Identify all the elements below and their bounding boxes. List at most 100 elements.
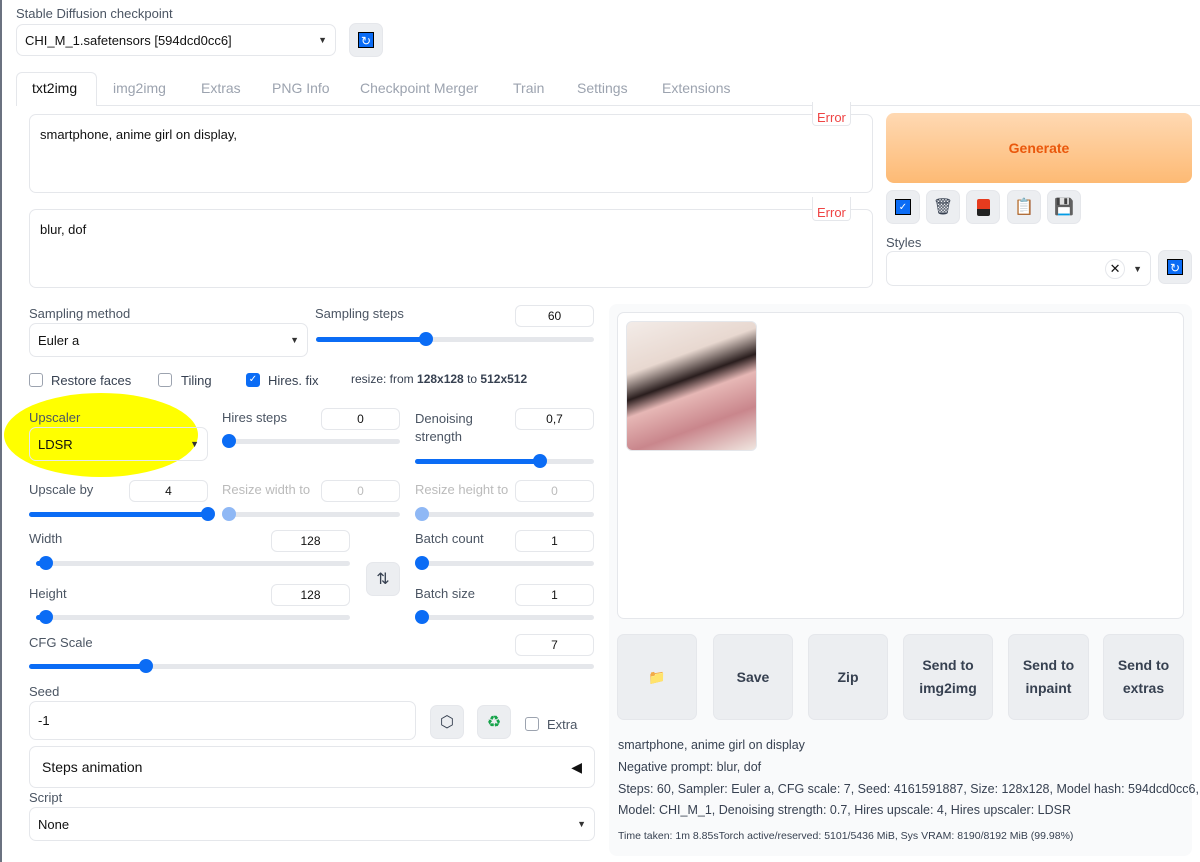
upscale-by-label: Upscale by	[29, 482, 94, 497]
show-extra-networks-button[interactable]	[966, 190, 1000, 224]
clear-icon[interactable]: ✕	[1105, 258, 1126, 279]
slider-fill	[415, 459, 541, 464]
red-card-icon	[976, 198, 990, 216]
script-select[interactable]: None ▼	[29, 807, 595, 841]
triangle-left-icon: ◀	[571, 758, 582, 775]
save-style-button[interactable]: 💾	[1047, 190, 1081, 224]
sampling-method-select[interactable]: Euler a ▼	[29, 323, 308, 357]
slider-thumb[interactable]	[415, 556, 429, 570]
checkbox-pen-icon: ✓	[895, 199, 911, 215]
slider-thumb[interactable]	[222, 434, 236, 448]
extra-seed-checkbox[interactable]	[525, 717, 539, 731]
generate-button[interactable]: Generate	[886, 113, 1192, 183]
script-label: Script	[29, 790, 63, 805]
width-slider[interactable]	[36, 556, 350, 570]
upscaler-value: LDSR	[38, 436, 73, 452]
styles-label: Styles	[886, 235, 922, 250]
tab-checkpoint-merger[interactable]: Checkpoint Merger	[360, 80, 478, 96]
tab-img2img[interactable]: img2img	[113, 80, 166, 96]
height-slider[interactable]	[36, 610, 350, 624]
steps-animation-accordion[interactable]: Steps animation ◀	[29, 746, 595, 788]
refresh-icon: ↻	[1167, 259, 1183, 275]
cfg-scale-input[interactable]: 7	[515, 634, 594, 656]
info-negative-prompt: Negative prompt: blur, dof	[618, 760, 762, 774]
tab-extras[interactable]: Extras	[201, 80, 241, 96]
generated-image-thumbnail[interactable]	[626, 321, 757, 451]
resize-height-slider[interactable]	[415, 507, 594, 521]
paste-prompt-button[interactable]: 📋	[1007, 190, 1041, 224]
floppy-disk-icon: 💾	[1054, 199, 1074, 216]
denoising-input[interactable]: 0,7	[515, 408, 594, 430]
tab-png-info[interactable]: PNG Info	[272, 80, 330, 96]
width-label: Width	[29, 531, 63, 546]
hires-steps-input[interactable]: 0	[321, 408, 400, 430]
tab-train[interactable]: Train	[513, 80, 544, 96]
reuse-seed-button[interactable]: ♻	[477, 705, 511, 739]
slider-thumb[interactable]	[415, 507, 429, 521]
batch-size-slider[interactable]	[415, 610, 594, 624]
tab-txt2img[interactable]: txt2img	[32, 80, 77, 96]
send-to-extras-button[interactable]: Send to extras	[1103, 634, 1184, 720]
prompt-input[interactable]: smartphone, anime girl on display,	[29, 114, 873, 193]
tiling-checkbox[interactable]	[158, 373, 172, 387]
open-folder-button[interactable]: 📁	[617, 634, 697, 720]
slider-track	[422, 512, 594, 517]
folder-icon: 📁	[648, 668, 666, 685]
send-to-img2img-button[interactable]: Send to img2img	[903, 634, 993, 720]
resize-height-input[interactable]: 0	[515, 480, 594, 502]
negative-prompt-text: blur, dof	[40, 222, 87, 237]
refresh-checkpoint-button[interactable]: ↻	[349, 23, 383, 57]
slider-track	[229, 439, 400, 444]
send-to-inpaint-button[interactable]: Send to inpaint	[1008, 634, 1089, 720]
apply-style-button[interactable]: ✓	[886, 190, 920, 224]
seed-input[interactable]: -1	[29, 701, 416, 740]
batch-size-label: Batch size	[415, 586, 475, 601]
denoising-slider[interactable]	[415, 454, 594, 468]
info-prompt: smartphone, anime girl on display	[618, 738, 805, 752]
slider-thumb[interactable]	[533, 454, 548, 468]
negative-prompt-input[interactable]: blur, dof	[29, 209, 873, 288]
styles-select[interactable]: ✕ ▼	[886, 251, 1151, 286]
random-seed-button[interactable]: ⬡	[430, 705, 464, 739]
clear-prompt-button[interactable]: 🗑	[926, 190, 960, 224]
slider-thumb[interactable]	[419, 332, 434, 346]
slider-thumb[interactable]	[415, 610, 429, 624]
tab-settings[interactable]: Settings	[577, 80, 628, 96]
slider-thumb[interactable]	[222, 507, 236, 521]
tab-extensions[interactable]: Extensions	[662, 80, 730, 96]
restore-faces-checkbox[interactable]	[29, 373, 43, 387]
hires-steps-label: Hires steps	[222, 410, 288, 425]
upscaler-select[interactable]: LDSR ▼	[29, 427, 208, 461]
hires-fix-checkbox[interactable]: ✓	[246, 373, 260, 387]
zip-button[interactable]: Zip	[808, 634, 888, 720]
extra-seed-label: Extra	[547, 717, 578, 732]
upscale-by-slider[interactable]	[29, 507, 215, 521]
sampling-steps-slider[interactable]	[316, 332, 594, 346]
slider-thumb[interactable]	[39, 610, 54, 624]
hires-steps-slider[interactable]	[222, 434, 400, 448]
sampling-method-value: Euler a	[38, 332, 80, 348]
swap-dimensions-button[interactable]: ⇅	[366, 562, 400, 596]
sampling-steps-input[interactable]: 60	[515, 305, 594, 327]
seed-value: -1	[38, 713, 50, 728]
slider-thumb[interactable]	[201, 507, 215, 521]
refresh-styles-button[interactable]: ↻	[1158, 250, 1192, 284]
resize-width-input[interactable]: 0	[321, 480, 400, 502]
batch-size-input[interactable]: 1	[515, 584, 594, 606]
slider-thumb[interactable]	[138, 659, 153, 673]
width-input[interactable]: 128	[271, 530, 350, 552]
slider-track	[36, 615, 350, 620]
save-button[interactable]: Save	[713, 634, 793, 720]
resize-width-slider[interactable]	[222, 507, 400, 521]
height-input[interactable]: 128	[271, 584, 350, 606]
slider-fill	[29, 664, 146, 669]
slider-thumb[interactable]	[39, 556, 54, 570]
cfg-scale-slider[interactable]	[29, 659, 594, 673]
batch-count-input[interactable]: 1	[515, 530, 594, 552]
checkpoint-select[interactable]: CHI_M_1.safetensors [594dcd0cc6] ▼	[16, 24, 336, 56]
batch-count-slider[interactable]	[415, 556, 594, 570]
upscale-by-input[interactable]: 4	[129, 480, 208, 502]
chevron-down-icon: ▼	[290, 335, 299, 345]
recycle-icon: ♻	[486, 714, 502, 731]
negative-prompt-error-badge: Error	[812, 197, 851, 221]
